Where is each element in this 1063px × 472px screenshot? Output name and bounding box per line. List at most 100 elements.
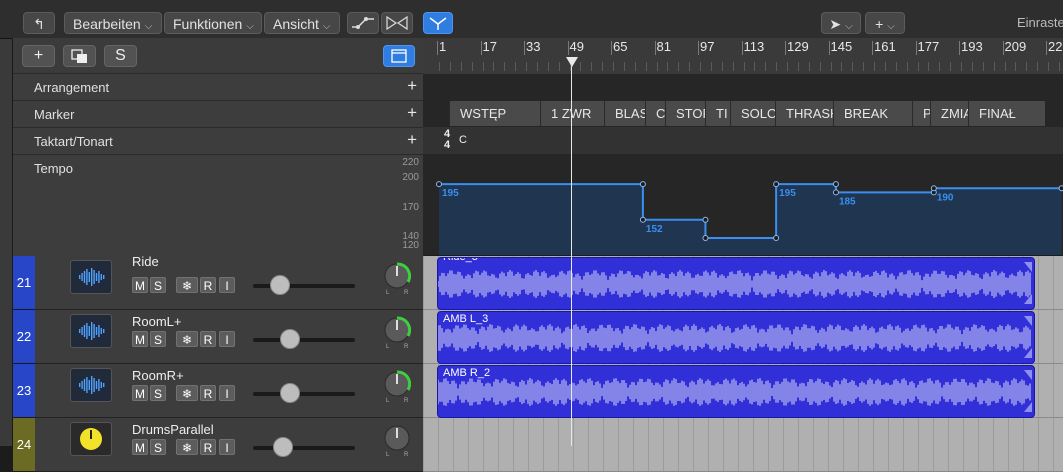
track-name[interactable]: RoomL+ <box>132 314 182 329</box>
tempo-point[interactable] <box>930 185 937 192</box>
tempo-lane[interactable]: 195 152 195 185 190 <box>423 154 1063 255</box>
solo-button[interactable]: S <box>150 331 166 347</box>
track-name[interactable]: DrumsParallel <box>132 422 214 437</box>
pointer-tool[interactable]: ➤ ⌵ <box>821 12 861 34</box>
record-button[interactable]: R <box>200 277 216 293</box>
signature-lane[interactable]: 4 4 C <box>423 127 1063 154</box>
marker-item[interactable]: BREAK <box>833 101 912 126</box>
track-name[interactable]: Ride <box>132 254 159 269</box>
marker-item[interactable]: WSTĘP <box>449 101 540 126</box>
freeze-button[interactable]: ❄ <box>176 277 198 293</box>
track-header[interactable]: DrumsParallel M S ❄ R I L R <box>35 418 423 472</box>
track-number[interactable]: 23 <box>13 364 35 418</box>
mute-button[interactable]: M <box>132 331 148 347</box>
freeze-button[interactable]: ❄ <box>176 331 198 347</box>
tempo-point[interactable] <box>832 189 839 196</box>
arrangement-lane[interactable] <box>423 74 1063 100</box>
menu-funktionen[interactable]: Funktionen ⌵ <box>164 12 262 34</box>
tempo-point[interactable] <box>1058 185 1063 192</box>
track-header[interactable]: RoomR+ M S ❄ R I L R <box>35 364 423 418</box>
marker-item[interactable]: C <box>645 101 665 126</box>
time-signature[interactable]: 4 4 <box>444 129 450 151</box>
tempo-point[interactable] <box>773 235 780 241</box>
automation-button[interactable] <box>347 12 379 34</box>
marker-item[interactable]: BLAS <box>604 101 645 126</box>
tempo-point[interactable] <box>773 181 780 188</box>
record-button[interactable]: R <box>200 331 216 347</box>
audio-region[interactable]: AMB L_3 <box>437 311 1035 364</box>
record-button[interactable]: R <box>200 385 216 401</box>
waveform-icon[interactable] <box>70 314 112 348</box>
add-arrangement-button[interactable]: + <box>407 76 417 96</box>
tempo-curve[interactable]: 195 152 195 185 190 <box>423 154 1063 255</box>
waveform-icon[interactable] <box>70 368 112 402</box>
solo-safe-button[interactable]: S <box>104 45 137 67</box>
tempo-point[interactable] <box>639 181 646 188</box>
record-button[interactable]: R <box>200 439 216 455</box>
input-monitor-button[interactable]: I <box>219 331 235 347</box>
volume-slider[interactable] <box>253 446 355 450</box>
marker-item[interactable]: ZMIA TEM <box>930 101 968 126</box>
track-header[interactable]: Ride M S ❄ R I L R <box>35 254 423 310</box>
playhead-handle-icon[interactable] <box>566 57 578 67</box>
track-number[interactable]: 21 <box>13 256 35 310</box>
track-lane[interactable] <box>423 418 1063 472</box>
tempo-point[interactable] <box>702 216 709 223</box>
knob-yellow-icon[interactable] <box>70 422 112 456</box>
marker-item[interactable]: TI <box>705 101 730 126</box>
track-number[interactable]: 22 <box>13 310 35 364</box>
bar-ruler[interactable]: 1 17 33 49 65 81 97 113 129 145 161 177 193 209 22 <box>423 38 1063 75</box>
menu-bearbeiten[interactable]: Bearbeiten ⌵ <box>64 12 162 34</box>
marker-item[interactable]: P <box>912 101 930 126</box>
playhead[interactable] <box>571 66 572 446</box>
menu-ansicht[interactable]: Ansicht ⌵ <box>264 12 340 34</box>
marker-item[interactable]: FINAŁ <box>968 101 1045 126</box>
pan-knob[interactable]: LR <box>383 370 412 404</box>
waveform-icon[interactable] <box>70 260 112 294</box>
global-tracks-button[interactable] <box>383 45 415 67</box>
marker-item[interactable]: 1 ZWR <box>540 101 604 126</box>
crosshair-tool[interactable]: + ⌵ <box>865 12 905 34</box>
volume-slider-handle[interactable] <box>269 275 290 295</box>
mute-button[interactable]: M <box>132 439 148 455</box>
pan-knob[interactable]: LR <box>383 262 412 296</box>
volume-slider[interactable] <box>253 284 355 288</box>
solo-button[interactable]: S <box>150 439 166 455</box>
freeze-button[interactable]: ❄ <box>176 439 198 455</box>
tempo-point[interactable] <box>436 181 442 188</box>
audio-region[interactable]: Ride_3 <box>437 257 1035 310</box>
tempo-point[interactable] <box>702 235 709 241</box>
volume-slider-handle[interactable] <box>279 329 300 349</box>
input-monitor-button[interactable]: I <box>219 385 235 401</box>
duplicate-track-button[interactable] <box>63 45 96 67</box>
volume-slider-handle[interactable] <box>279 383 300 403</box>
add-signature-button[interactable]: + <box>407 130 417 150</box>
mute-button[interactable]: M <box>132 277 148 293</box>
freeze-button[interactable]: ❄ <box>176 385 198 401</box>
volume-slider[interactable] <box>253 392 355 396</box>
marker-item[interactable]: STOP <box>665 101 705 126</box>
tempo-point[interactable] <box>639 216 646 223</box>
input-monitor-button[interactable]: I <box>219 277 235 293</box>
track-number[interactable]: 24 <box>13 418 35 472</box>
volume-slider-handle[interactable] <box>272 437 293 457</box>
track-header[interactable]: RoomL+ M S ❄ R I L R <box>35 310 423 364</box>
solo-button[interactable]: S <box>150 385 166 401</box>
input-monitor-button[interactable]: I <box>219 439 235 455</box>
marker-item[interactable]: SOLO <box>730 101 775 126</box>
add-marker-button[interactable]: + <box>407 103 417 123</box>
key-signature[interactable]: C <box>459 134 467 146</box>
back-button[interactable]: ↰ <box>23 12 55 34</box>
audio-region[interactable]: AMB R_2 <box>437 365 1035 418</box>
solo-button[interactable]: S <box>150 277 166 293</box>
marker-item[interactable]: THRASH <box>775 101 833 126</box>
pan-knob[interactable]: LR <box>383 424 411 458</box>
flex-button[interactable] <box>381 12 413 34</box>
mute-button[interactable]: M <box>132 385 148 401</box>
volume-slider[interactable] <box>253 338 355 342</box>
catch-button[interactable] <box>423 12 453 34</box>
tempo-point[interactable] <box>832 181 839 188</box>
pan-knob[interactable]: LR <box>383 316 412 350</box>
add-track-button[interactable]: + <box>22 45 55 67</box>
track-name[interactable]: RoomR+ <box>132 368 184 383</box>
